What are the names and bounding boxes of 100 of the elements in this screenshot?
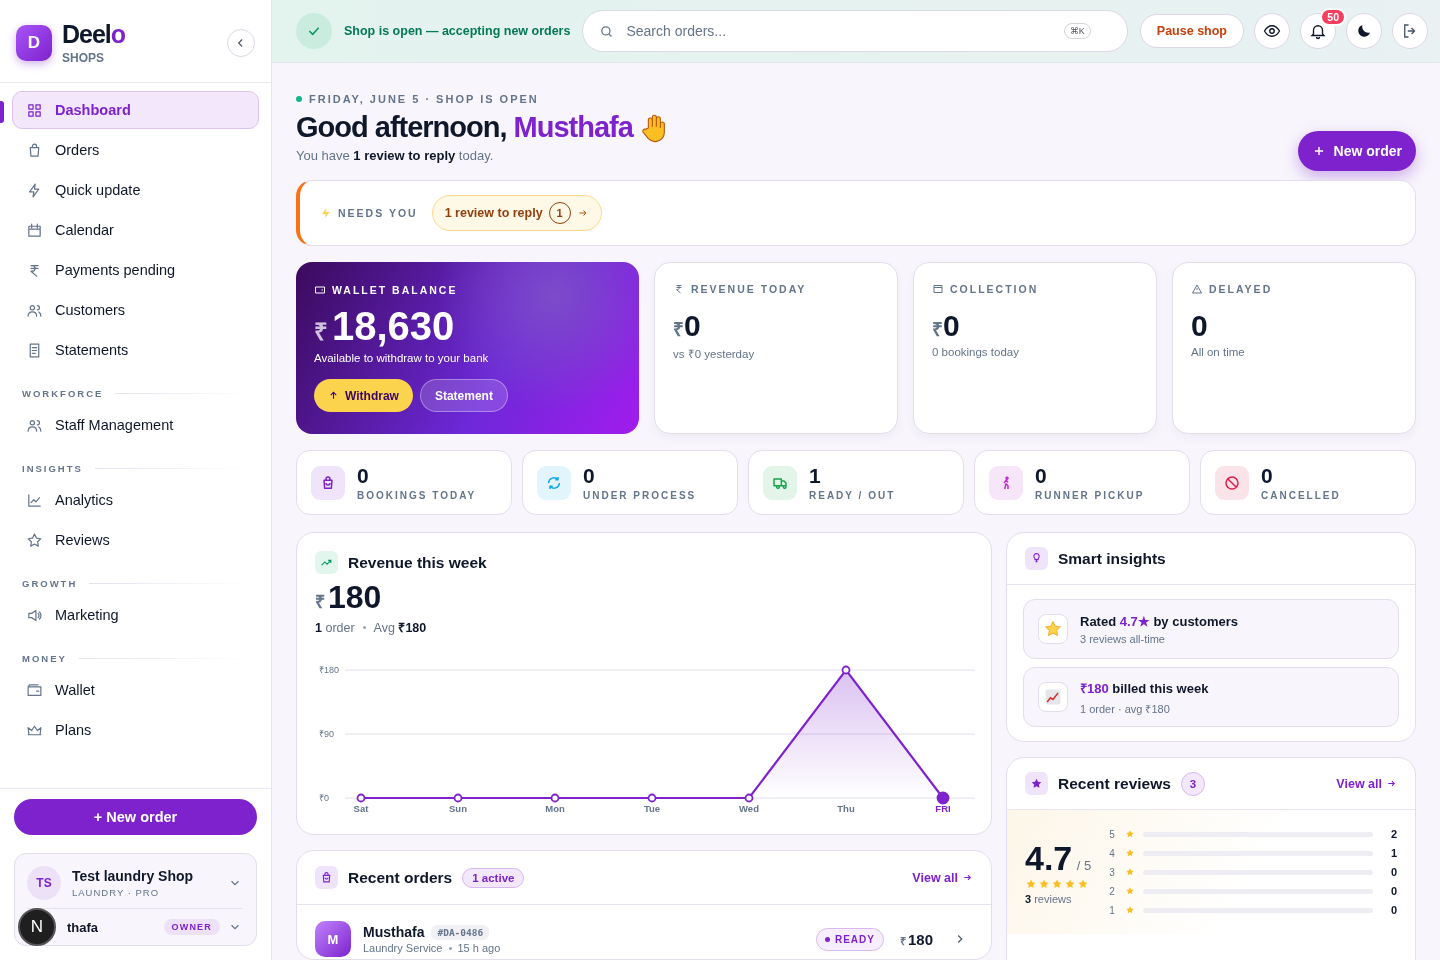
service-name: Laundry Service <box>363 942 443 954</box>
card-title: Recent reviews <box>1058 774 1171 793</box>
sidebar-item[interactable]: Plans <box>12 711 259 749</box>
search-input[interactable]: Search orders... <box>624 22 1054 40</box>
star-icon <box>1125 829 1136 839</box>
date-line: FRIDAY, JUNE 5 · SHOP IS OPEN <box>309 93 539 105</box>
counter-label: UNDER PROCESS <box>583 489 697 501</box>
trend-icon <box>315 551 338 574</box>
sidebar-item[interactable]: Analytics <box>12 481 259 519</box>
sidebar-item[interactable]: Reviews <box>12 521 259 559</box>
arrow-right-icon <box>962 872 973 883</box>
data-point <box>550 793 560 803</box>
card-title: Smart insights <box>1058 549 1166 568</box>
card-title: Revenue this week <box>348 553 487 572</box>
star-icon <box>1025 878 1037 890</box>
customer-name: Musthafa <box>363 924 425 940</box>
counter-label: RUNNER PICKUP <box>1035 489 1145 501</box>
arrow-right-icon <box>1386 778 1397 789</box>
stat-icon <box>1191 283 1203 295</box>
revenue-total: 180 <box>328 580 382 616</box>
card-label: COLLECTION <box>950 283 1039 295</box>
status-badge: READY <box>815 927 884 951</box>
star-icon <box>1043 619 1063 639</box>
sidebar-item[interactable]: Payments pending <box>12 251 259 289</box>
stat-icon <box>673 283 685 295</box>
brand-name: Deelo <box>62 21 127 47</box>
stat-value: 0 <box>684 309 701 342</box>
card-title: Recent orders <box>348 868 453 887</box>
view-all-link[interactable]: View all <box>912 870 973 885</box>
view-all-link[interactable]: View all <box>1336 776 1397 791</box>
sidebar-item[interactable]: Wallet <box>12 671 259 709</box>
review-total: 3 reviews <box>1025 893 1073 905</box>
needs-you-label: NEEDS YOU <box>338 207 418 219</box>
insight-note: 1 order · avg ₹180 <box>1080 701 1171 716</box>
data-point <box>453 793 463 803</box>
rating-score: 4.7 <box>1025 839 1073 877</box>
star-icon <box>1125 867 1136 877</box>
counter-value: 0 <box>583 464 596 486</box>
lightbulb-icon <box>1025 547 1048 570</box>
counter-label: CANCELLED <box>1261 489 1341 501</box>
counter-label: READY / OUT <box>809 489 896 501</box>
nav-icon <box>26 101 43 119</box>
data-point <box>744 793 754 803</box>
eye-icon[interactable] <box>1254 13 1290 49</box>
axis-label: FRI <box>935 803 951 815</box>
rating-count: 1 <box>1389 847 1397 859</box>
sidebar-item[interactable]: Customers <box>12 291 259 329</box>
average-order: Avg ₹180 <box>373 620 427 637</box>
shop-avatar: TS <box>27 866 61 900</box>
sidebar-item[interactable]: Marketing <box>12 596 259 634</box>
star-icon <box>1125 848 1136 858</box>
shop-meta: LAUNDRY · PRO <box>72 887 161 898</box>
card-label: WALLET BALANCE <box>332 284 458 296</box>
star-icon <box>1125 905 1136 915</box>
nav-icon <box>26 681 43 699</box>
axis-label: Sat <box>353 803 369 815</box>
new-order-button[interactable]: New order <box>1297 131 1416 171</box>
rating-count: 2 <box>1389 828 1397 840</box>
stat-value: 0 <box>943 309 960 342</box>
star-icon <box>1125 886 1136 896</box>
insight-note: 3 reviews all-time <box>1080 632 1166 645</box>
axis-label: ₹180 <box>319 665 340 676</box>
customer-avatar: M <box>315 921 351 957</box>
rating-label: 4 <box>1109 847 1116 859</box>
sidebar-item[interactable]: Dashboard <box>12 91 259 129</box>
stat-note: All on time <box>1191 346 1246 358</box>
rating-label: 5 <box>1109 828 1116 840</box>
search-field[interactable]: Search orders... ⌘K <box>582 10 1128 52</box>
axis-label: ₹90 <box>319 729 334 740</box>
bag-icon <box>315 866 338 889</box>
logout-icon[interactable] <box>1392 13 1428 49</box>
star-icon <box>1051 878 1063 890</box>
dev-tools-button[interactable]: N <box>18 908 56 946</box>
axis-label: ₹0 <box>319 793 329 804</box>
moon-icon[interactable] <box>1346 13 1382 49</box>
order-amount: ₹180 <box>899 930 933 948</box>
pause-shop-button[interactable]: Pause shop <box>1139 14 1244 48</box>
rating-label: 1 <box>1109 904 1116 916</box>
statement-button[interactable]: Statement <box>419 379 508 412</box>
rating-label: 3 <box>1109 866 1116 878</box>
withdraw-button[interactable]: Withdraw <box>314 379 413 412</box>
notification-count: 50 <box>1320 8 1346 26</box>
order-row[interactable]: M Musthafa #DA-0486 Laundry Service 15 h ago READY ₹180 <box>297 905 991 959</box>
insight-title: ₹180 billed this week <box>1080 679 1209 697</box>
insight-title: Rated 4.7★ by customers <box>1080 613 1238 629</box>
section-heading: GROWTH <box>22 578 78 589</box>
star-icon <box>1025 772 1048 795</box>
new-order-button[interactable]: + New order <box>14 799 257 835</box>
role-badge: OWNER <box>163 919 220 935</box>
sidebar-item[interactable]: Staff Management <box>12 406 259 444</box>
stat-note: 0 bookings today <box>932 346 1020 358</box>
greeting-subtitle: You have 1 review to reply today. <box>296 148 495 163</box>
arrow-up-icon <box>328 390 339 401</box>
sidebar-item[interactable]: Quick update <box>12 171 259 209</box>
sidebar-item[interactable]: Statements <box>12 331 259 369</box>
sidebar-item[interactable]: Orders <box>12 131 259 169</box>
sidebar-item[interactable]: Calendar <box>12 211 259 249</box>
order-time: 15 h ago <box>457 942 501 954</box>
review-reply-chip[interactable]: 1 review to reply 1 <box>431 195 602 231</box>
section-heading: WORKFORCE <box>22 388 104 399</box>
